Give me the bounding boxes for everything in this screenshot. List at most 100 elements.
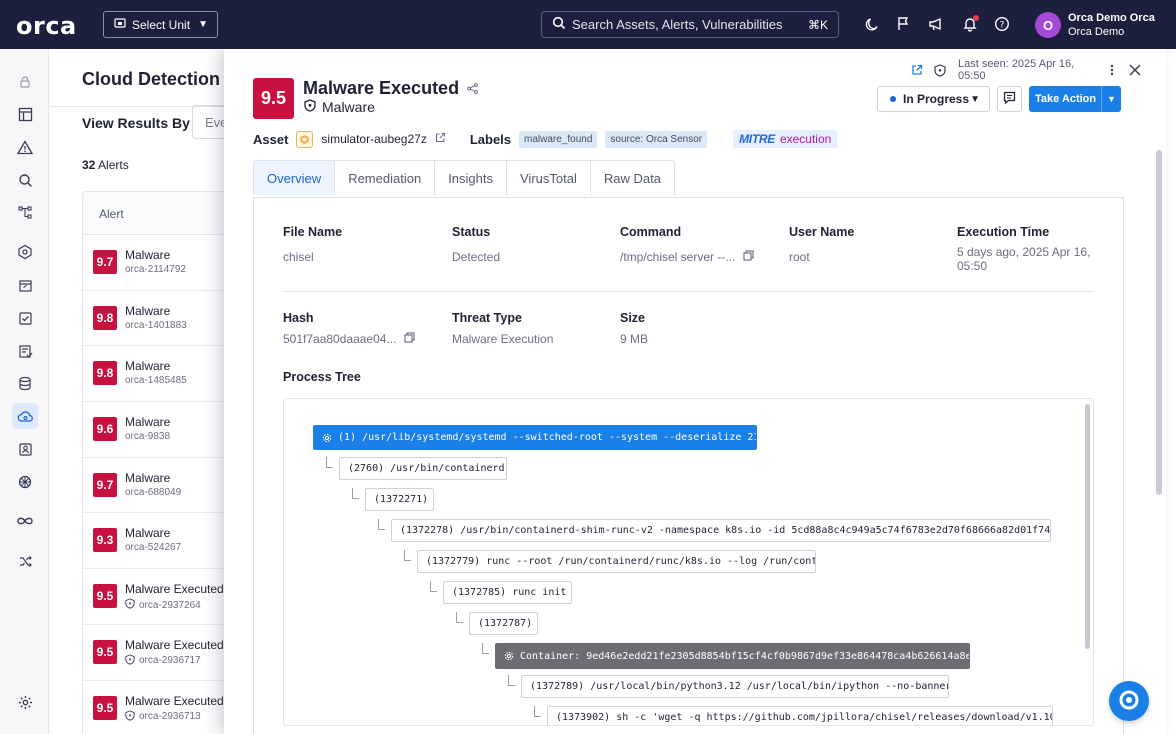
checklist-icon[interactable] (12, 305, 38, 331)
container-node[interactable]: Container: 9ed46e2edd21fe2305d8854bf15cf… (495, 643, 970, 669)
alert-name: Malware (125, 415, 171, 430)
moon-icon[interactable] (863, 15, 881, 33)
tree-connector (378, 519, 385, 530)
asset-name[interactable]: simulator-aubeg27z (321, 132, 426, 146)
drawer-scrollbar[interactable] (1156, 150, 1162, 495)
identity-icon[interactable] (12, 436, 38, 462)
field-label: User Name (789, 225, 855, 239)
tab-overview[interactable]: Overview (254, 161, 336, 195)
alert-id-row: orca-2936713 (125, 709, 201, 724)
process-node[interactable]: (1372785) runc init (443, 581, 572, 604)
shield-icon (125, 654, 135, 668)
tree-connector (456, 612, 463, 623)
process-node[interactable]: (2760) /usr/bin/containerd (339, 457, 507, 480)
bell-icon[interactable] (961, 15, 979, 33)
process-node[interactable]: (1) /usr/lib/systemd/systemd --switched-… (313, 425, 757, 450)
alert-title-text: Malware Executed (303, 78, 460, 98)
process-node[interactable]: (1372787) (469, 612, 538, 635)
alert-name: Malware (125, 303, 171, 318)
user-menu[interactable]: Orca Demo Orca Orca Demo (1068, 11, 1155, 39)
chevron-down-icon[interactable]: ▼ (1101, 86, 1121, 112)
alerts-list-panel: Cloud Detection View Results By Eve 32 A… (50, 49, 272, 734)
dashboard-icon[interactable] (12, 101, 38, 127)
settings-icon[interactable] (12, 689, 38, 715)
process-node[interactable]: (1372779) runc --root /run/containerd/ru… (417, 550, 816, 573)
external-link-icon[interactable] (435, 132, 446, 146)
size-field: Size 9 MB (620, 311, 648, 346)
alert-name: Malware (125, 248, 171, 262)
process-node[interactable]: (1372271) (365, 488, 434, 511)
mitre-logo: MITRE (739, 132, 775, 146)
tree-connector (430, 581, 437, 592)
alert-detail-drawer: 9.5 Malware Executed Malware Last seen: … (224, 49, 1166, 734)
search-icon (552, 16, 566, 33)
chat-icon (1118, 689, 1140, 714)
field-value-row: /tmp/chisel server --... (620, 250, 754, 264)
cloud-detection-icon[interactable] (12, 403, 38, 429)
risk-score-badge: 9.6 (93, 417, 117, 442)
search-icon[interactable] (12, 167, 38, 193)
process-node[interactable]: (1373902) sh -c 'wget -q https://github.… (547, 706, 1053, 725)
alert-category-label: Malware (322, 99, 375, 115)
chat-assistant-button[interactable] (1109, 681, 1149, 721)
alert-id-row: orca-9838 (125, 431, 170, 442)
global-search[interactable]: Search Assets, Alerts, Vulnerabilities ⌘… (541, 11, 839, 38)
process-node[interactable]: (1372789) /usr/local/bin/python3.12 /usr… (521, 675, 949, 698)
kubernetes-icon[interactable] (12, 469, 38, 495)
alert-category: Malware (304, 99, 375, 115)
view-results-by-label: View Results By (82, 115, 190, 131)
package-icon[interactable] (12, 272, 38, 298)
flag-icon[interactable] (895, 15, 913, 33)
tree-connector (352, 488, 359, 499)
more-vertical-icon[interactable] (1104, 62, 1120, 78)
chevron-down-icon: ▼ (198, 19, 208, 30)
avatar[interactable]: O (1035, 12, 1061, 38)
integrations-icon[interactable] (12, 239, 38, 265)
alert-count-number: 32 (82, 158, 96, 172)
tree-connector (404, 550, 411, 561)
status-dot (890, 96, 896, 102)
asset-labels-row: Asset simulator-aubeg27z Labels malware_… (253, 129, 838, 149)
label-tag[interactable]: malware_found (519, 130, 598, 148)
label-tag[interactable]: source: Orca Sensor (605, 130, 708, 148)
comment-button[interactable] (997, 86, 1022, 112)
shuffle-icon[interactable] (12, 548, 38, 574)
megaphone-icon[interactable] (927, 15, 945, 33)
overview-panel: File Name chisel Status Detected Command… (253, 197, 1124, 734)
svg-text:?: ? (1000, 21, 1005, 31)
tab-virustotal[interactable]: VirusTotal (507, 161, 591, 195)
process-node[interactable]: (1372278) /usr/bin/containerd-shim-runc-… (391, 519, 1051, 542)
status-dropdown[interactable]: In Progress ▼ (877, 86, 990, 112)
tab-raw-data[interactable]: Raw Data (591, 161, 674, 195)
take-action-button[interactable]: Take Action ▼ (1029, 86, 1121, 112)
tab-insights[interactable]: Insights (435, 161, 507, 195)
graph-icon[interactable] (12, 199, 38, 225)
external-link-icon[interactable] (909, 62, 925, 78)
copy-icon[interactable] (404, 332, 415, 346)
alert-id-row: orca-2936717 (125, 654, 201, 668)
share-icon[interactable] (467, 78, 478, 99)
orca-logo[interactable]: orca (16, 12, 77, 40)
unit-select[interactable]: Select Unit ▼ (103, 11, 218, 38)
lock-icon[interactable] (12, 69, 38, 95)
field-value: root (789, 250, 810, 264)
alert-title: Malware Executed (303, 78, 478, 99)
alert-name: Malware (125, 470, 171, 485)
alert-id: orca-2114792 (125, 264, 186, 275)
infinity-icon[interactable] (12, 508, 38, 534)
help-icon[interactable]: ? (993, 15, 1011, 33)
risk-score-badge: 9.8 (93, 361, 117, 386)
alert-id-row: orca-1485485 (125, 375, 187, 386)
alert-id-row: orca-1401883 (125, 320, 187, 331)
copy-icon[interactable] (743, 250, 754, 264)
shield-icon[interactable] (932, 62, 948, 78)
mitre-tactic-badge[interactable]: MITRE execution (733, 130, 838, 148)
user-org: Orca Demo (1068, 26, 1125, 38)
database-icon[interactable] (12, 370, 38, 396)
tree-scrollbar[interactable] (1085, 404, 1090, 649)
tab-remediation[interactable]: Remediation (335, 161, 436, 195)
alert-triangle-icon[interactable] (12, 134, 38, 160)
policy-icon[interactable] (12, 338, 38, 364)
close-icon[interactable] (1127, 62, 1143, 78)
field-label: Size (620, 311, 646, 325)
